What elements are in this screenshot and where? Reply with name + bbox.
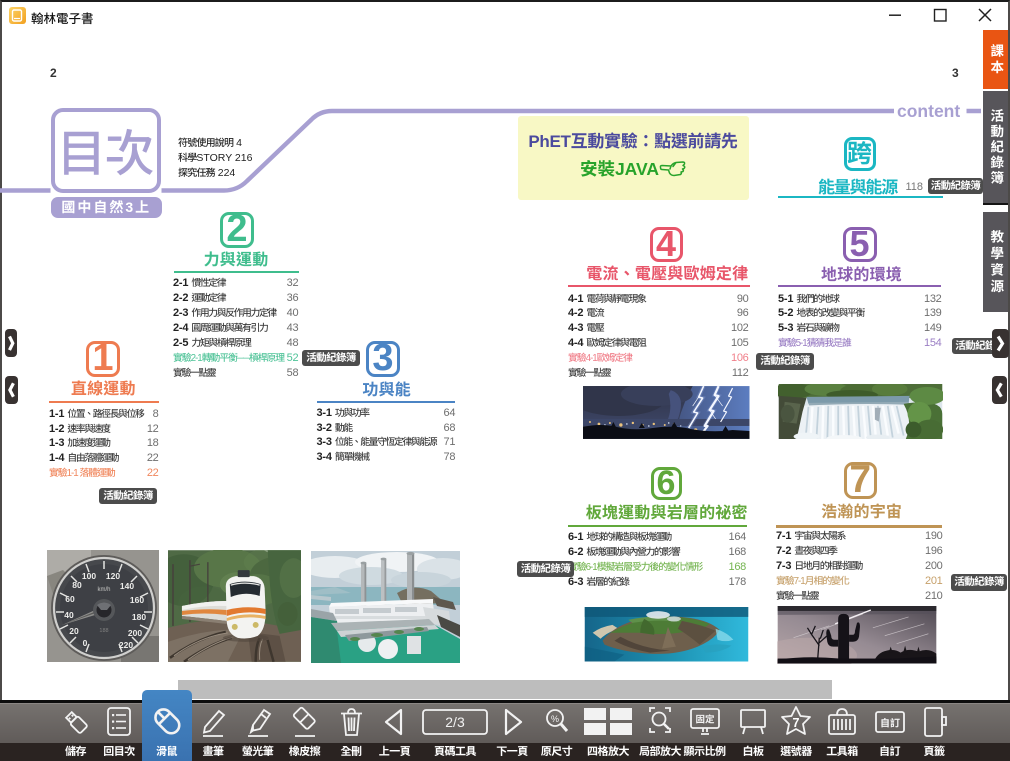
svg-text:80: 80 [72,580,82,590]
svg-text:60: 60 [65,594,75,604]
svg-text:2/3: 2/3 [445,714,465,730]
svg-text:160: 160 [130,595,144,605]
svg-text:自訂: 自訂 [880,718,900,730]
svg-text:km/h: km/h [97,587,110,593]
svg-text:220: 220 [119,640,133,650]
svg-text:140: 140 [120,581,134,591]
svg-text:20: 20 [69,626,79,636]
svg-text:100: 100 [82,571,96,581]
svg-text:180: 180 [132,612,146,622]
svg-text:200: 200 [128,628,142,638]
svg-text:7: 7 [793,716,800,730]
svg-text:120: 120 [106,571,120,581]
svg-text:%: % [550,714,558,724]
svg-text:40: 40 [64,610,74,620]
svg-text:0: 0 [83,638,88,648]
svg-text:固定: 固定 [695,714,715,726]
svg-text:188: 188 [99,628,108,634]
